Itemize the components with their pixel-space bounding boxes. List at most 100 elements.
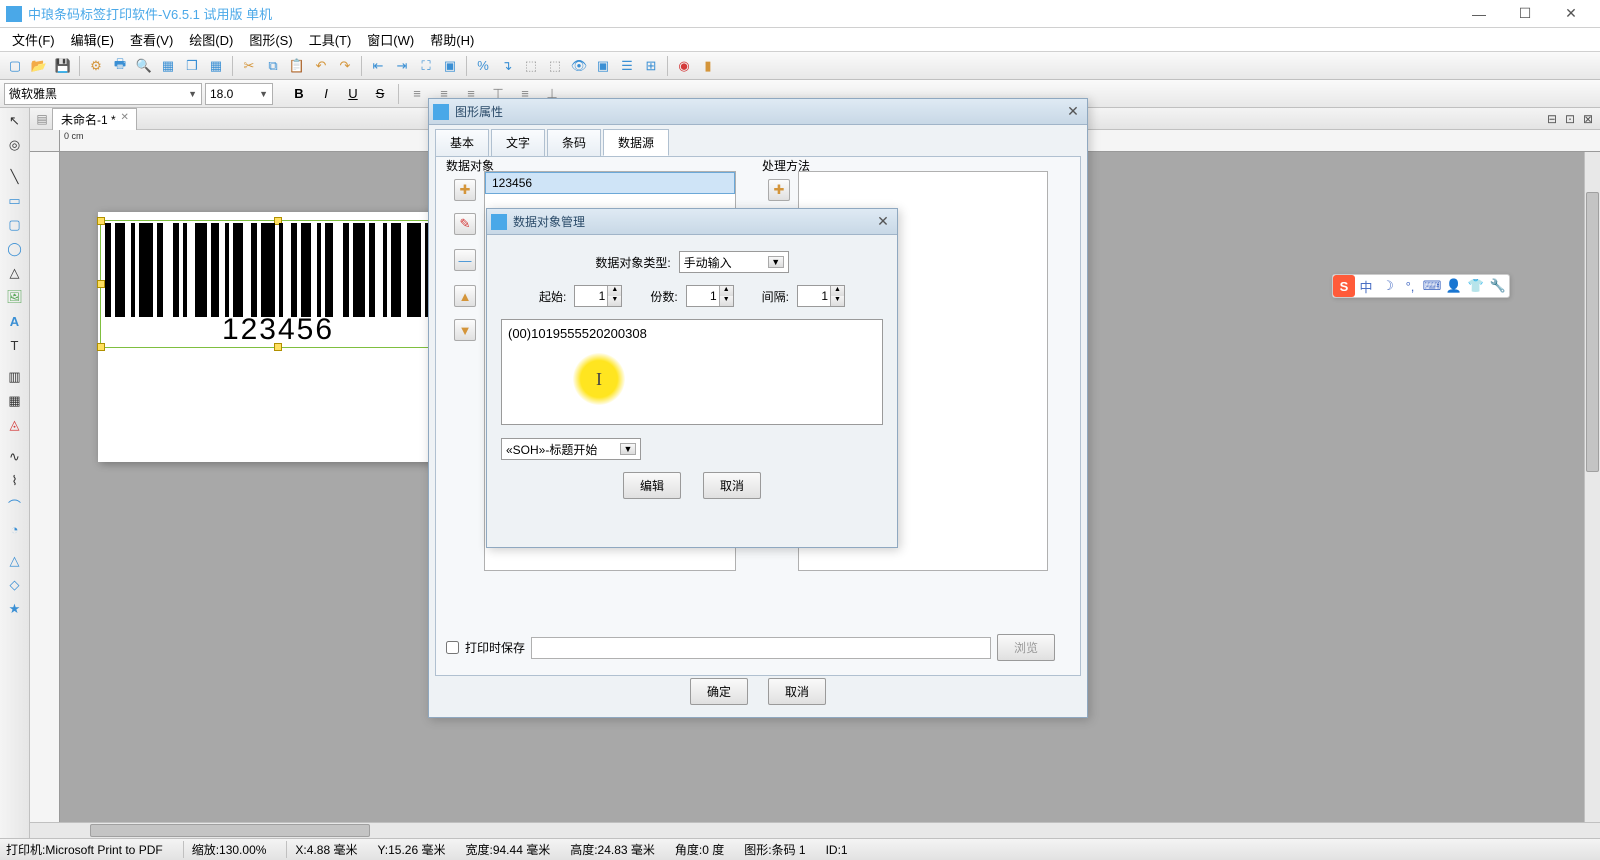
redo-icon[interactable]: ↷: [334, 55, 356, 77]
ime-user-icon[interactable]: 👤: [1443, 275, 1465, 297]
qr-icon[interactable]: ▦: [3, 390, 27, 412]
tab-barcode[interactable]: 条码: [547, 129, 601, 156]
menu-help[interactable]: 帮助(H): [422, 28, 482, 51]
star-icon[interactable]: ★: [3, 598, 27, 620]
bold-icon[interactable]: B: [287, 83, 311, 105]
soh-combo[interactable]: «SOH»-标题开始▼: [501, 438, 641, 460]
menu-view[interactable]: 查看(V): [122, 28, 181, 51]
grid-icon[interactable]: ▦: [205, 55, 227, 77]
underline-icon[interactable]: U: [341, 83, 365, 105]
richtext-icon[interactable]: T: [3, 334, 27, 356]
tile-icon[interactable]: ▣: [592, 55, 614, 77]
tab-max-icon[interactable]: ⊡: [1562, 112, 1578, 126]
expand-left-icon[interactable]: ⇤: [367, 55, 389, 77]
save-icon[interactable]: 💾: [52, 55, 74, 77]
delete-data-button[interactable]: —: [454, 249, 476, 271]
print-icon[interactable]: 🖶: [109, 55, 131, 77]
tab-basic[interactable]: 基本: [435, 129, 489, 156]
shape1-icon[interactable]: ◬: [3, 414, 27, 436]
undo-icon[interactable]: ↶: [310, 55, 332, 77]
tab-list-icon[interactable]: ▤: [36, 112, 48, 126]
pick-icon[interactable]: ◎: [3, 134, 27, 156]
open-icon[interactable]: 📂: [28, 55, 50, 77]
data-textarea[interactable]: [501, 319, 883, 425]
cut-icon[interactable]: ✂: [238, 55, 260, 77]
path-icon[interactable]: ⌇: [3, 470, 27, 492]
strike-icon[interactable]: S: [368, 83, 392, 105]
pdf-icon[interactable]: ◉: [673, 55, 695, 77]
add-data-button[interactable]: ✚: [454, 179, 476, 201]
diamond-icon[interactable]: ◇: [3, 574, 27, 596]
image-icon[interactable]: 🖼: [3, 286, 27, 308]
layout-icon[interactable]: ▦: [157, 55, 179, 77]
tab-datasource[interactable]: 数据源: [603, 129, 669, 156]
type-combo[interactable]: 手动输入▼: [679, 251, 789, 273]
start-spin[interactable]: 1▲▼: [574, 285, 622, 307]
down-data-button[interactable]: ▼: [454, 319, 476, 341]
menu-shape[interactable]: 图形(S): [241, 28, 300, 51]
tab-x-icon[interactable]: ⊠: [1580, 112, 1596, 126]
cancel-button[interactable]: 取消: [768, 678, 826, 705]
menu-window[interactable]: 窗口(W): [359, 28, 422, 51]
ime-moon-icon[interactable]: ☽: [1377, 275, 1399, 297]
ime-wrench-icon[interactable]: 🔧: [1487, 275, 1509, 297]
tri-icon[interactable]: △: [3, 550, 27, 572]
preview-icon[interactable]: 🔍: [133, 55, 155, 77]
align-left-icon[interactable]: ≡: [405, 83, 429, 105]
menu-tools[interactable]: 工具(T): [301, 28, 360, 51]
browse-button[interactable]: 浏览: [997, 634, 1055, 661]
line-icon[interactable]: ╲: [3, 166, 27, 188]
add-proc-button[interactable]: ✚: [768, 179, 790, 201]
ungroup-icon[interactable]: ⬚: [544, 55, 566, 77]
cube-icon[interactable]: ❒: [181, 55, 203, 77]
fitwidth-icon[interactable]: ⛶: [415, 55, 437, 77]
vscrollbar[interactable]: [1584, 152, 1600, 822]
ime-punct-icon[interactable]: °,: [1399, 275, 1421, 297]
roundrect-icon[interactable]: ▢: [3, 214, 27, 236]
insert-icon[interactable]: ↴: [496, 55, 518, 77]
edit-data-button[interactable]: ✎: [454, 213, 476, 235]
link-icon[interactable]: %: [472, 55, 494, 77]
new-icon[interactable]: ▢: [4, 55, 26, 77]
gear-icon[interactable]: ⚙: [85, 55, 107, 77]
up-data-button[interactable]: ▲: [454, 285, 476, 307]
print-save-path[interactable]: [531, 637, 991, 659]
pie-icon[interactable]: ◔: [3, 518, 27, 540]
tab-min-icon[interactable]: ⊟: [1544, 112, 1560, 126]
data-row[interactable]: 123456: [485, 172, 735, 194]
text-icon[interactable]: A: [3, 310, 27, 332]
group-icon[interactable]: ⬚: [520, 55, 542, 77]
menu-edit[interactable]: 编辑(E): [63, 28, 122, 51]
tab-close-icon[interactable]: ✕: [118, 112, 132, 123]
export-icon[interactable]: ▮: [697, 55, 719, 77]
contract-icon[interactable]: ⇥: [391, 55, 413, 77]
ime-keyboard-icon[interactable]: ⌨: [1421, 275, 1443, 297]
eye-icon[interactable]: 👁: [568, 55, 590, 77]
count-spin[interactable]: 1▲▼: [686, 285, 734, 307]
list-icon[interactable]: ☰: [616, 55, 638, 77]
copy-icon[interactable]: ⧉: [262, 55, 284, 77]
arc-icon[interactable]: ⌒: [3, 494, 27, 516]
ime-skin-icon[interactable]: 👕: [1465, 275, 1487, 297]
curve-icon[interactable]: ∿: [3, 446, 27, 468]
ime-zh-icon[interactable]: 中: [1355, 275, 1377, 297]
minimize-button[interactable]: —: [1456, 0, 1502, 28]
edit-button[interactable]: 编辑: [623, 472, 681, 499]
dlg-close-icon[interactable]: ✕: [1063, 103, 1083, 120]
ime-toolbar[interactable]: S 中 ☽ °, ⌨ 👤 👕 🔧: [1332, 274, 1510, 298]
ellipse-icon[interactable]: ◯: [3, 238, 27, 260]
italic-icon[interactable]: I: [314, 83, 338, 105]
fit-icon[interactable]: ▣: [439, 55, 461, 77]
tab-text[interactable]: 文字: [491, 129, 545, 156]
poly-icon[interactable]: △: [3, 262, 27, 284]
dlg2-close-icon[interactable]: ✕: [873, 213, 893, 230]
font-name-combo[interactable]: 微软雅黑▼: [4, 83, 202, 105]
close-button[interactable]: ✕: [1548, 0, 1594, 28]
paste-icon[interactable]: 📋: [286, 55, 308, 77]
maximize-button[interactable]: ☐: [1502, 0, 1548, 28]
doc-tab[interactable]: 未命名-1 * ✕: [52, 108, 137, 130]
pointer-icon[interactable]: ↖: [3, 110, 27, 132]
print-save-checkbox[interactable]: [446, 641, 459, 654]
interval-spin[interactable]: 1▲▼: [797, 285, 845, 307]
ok-button[interactable]: 确定: [690, 678, 748, 705]
